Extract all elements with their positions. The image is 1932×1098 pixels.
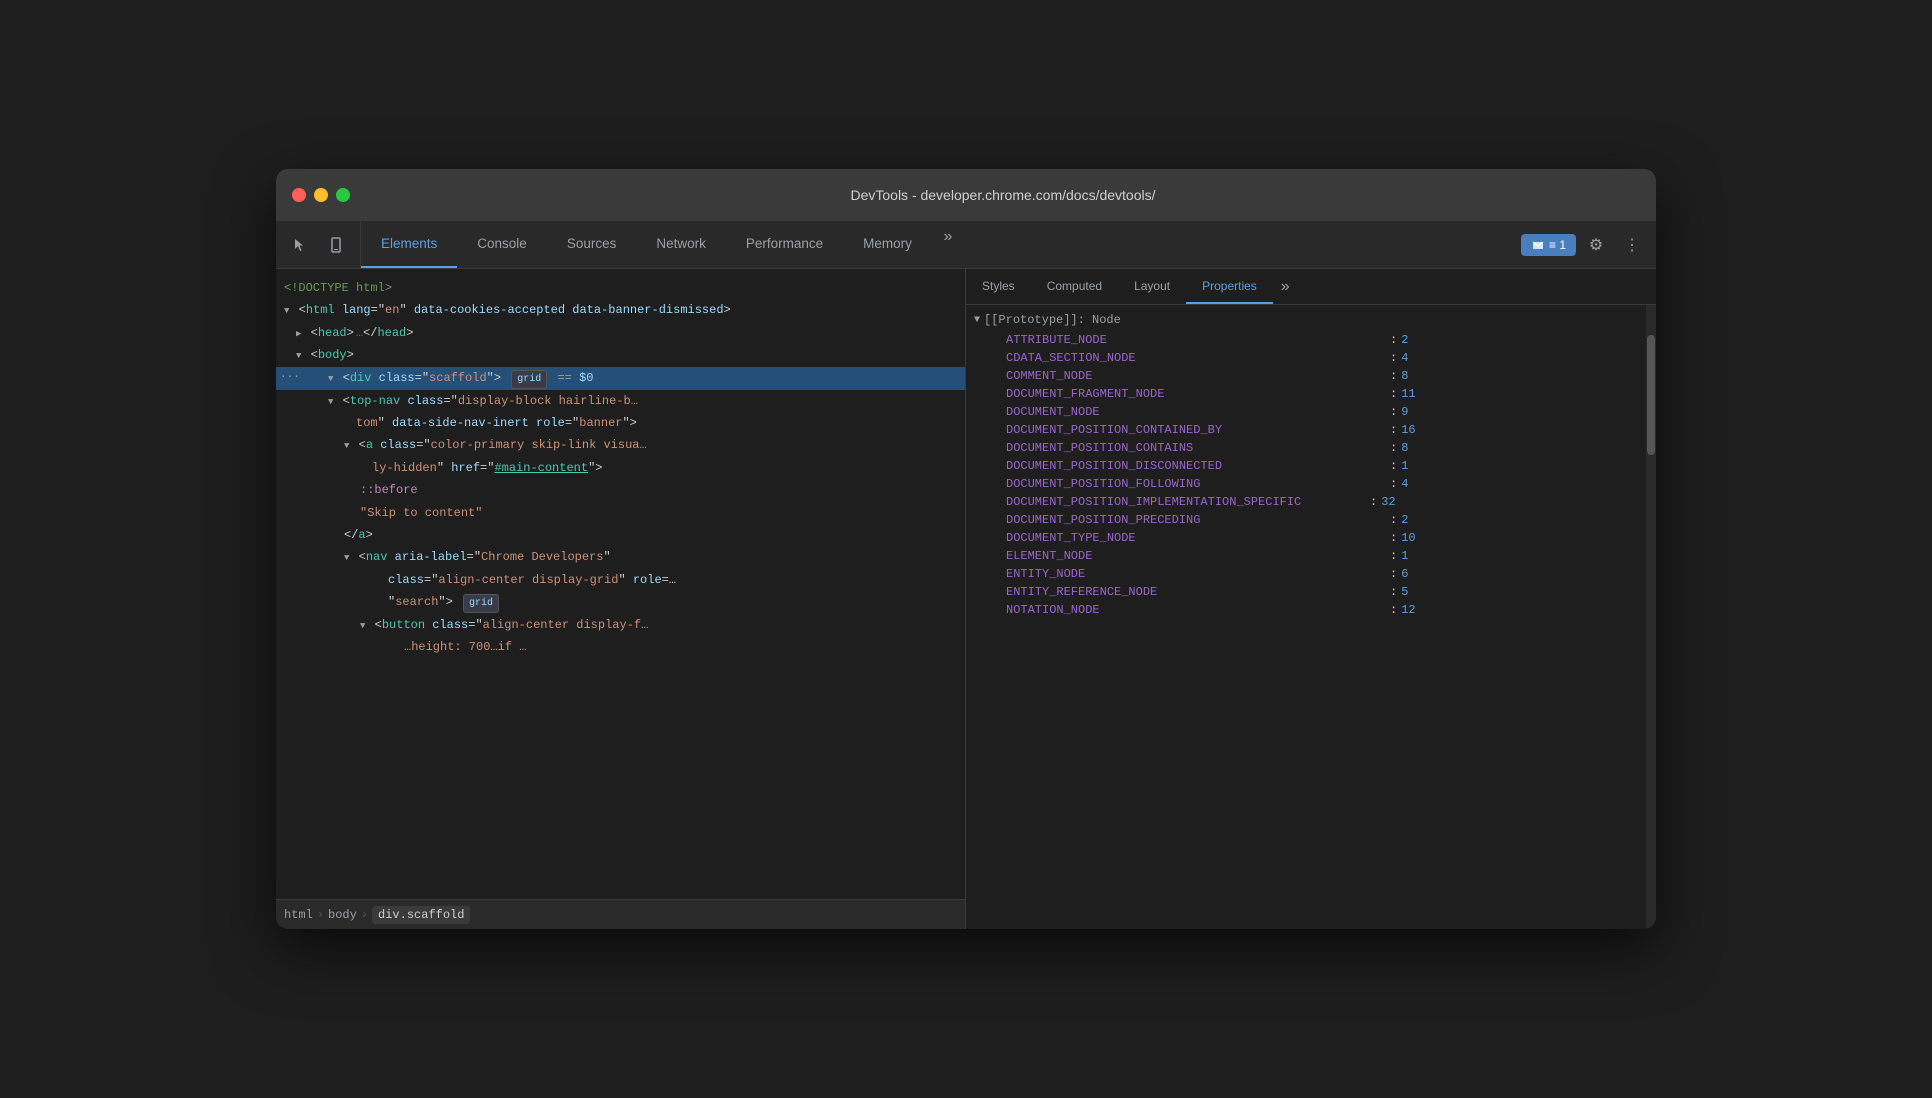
prop-row-pos-contained: DOCUMENT_POSITION_CONTAINED_BY : 16 <box>966 421 1642 439</box>
dom-line-nav-cont: class="align-center display-grid" role=… <box>276 569 965 591</box>
dom-line-topnav-cont: tom" data-side-nav-inert role="banner"> <box>276 412 965 434</box>
more-options-button[interactable]: ⋮ <box>1616 229 1648 261</box>
settings-button[interactable]: ⚙ <box>1580 229 1612 261</box>
subtab-computed[interactable]: Computed <box>1031 269 1118 304</box>
prop-row-attribute-node: ATTRIBUTE_NODE : 2 <box>966 331 1642 349</box>
notification-button[interactable]: ≡ 1 <box>1521 234 1576 256</box>
cursor-icon[interactable] <box>284 229 316 261</box>
devtools-window: DevTools - developer.chrome.com/docs/dev… <box>276 169 1656 929</box>
expand-topnav-icon[interactable] <box>328 391 333 411</box>
expand-body-icon[interactable] <box>296 345 301 365</box>
dom-line-nav[interactable]: <nav aria-label="Chrome Developers" <box>276 546 965 568</box>
dom-line-a-close: </a> <box>276 524 965 546</box>
tab-console[interactable]: Console <box>457 221 547 268</box>
dom-line-a-cont: ly-hidden" href="#main-content"> <box>276 457 965 479</box>
maximize-button[interactable] <box>336 188 350 202</box>
prop-row-pos-contains: DOCUMENT_POSITION_CONTAINS : 8 <box>966 439 1642 457</box>
dom-tree[interactable]: <!DOCTYPE html> <html lang="en" data-coo… <box>276 269 965 899</box>
elements-panel: <!DOCTYPE html> <html lang="en" data-coo… <box>276 269 966 929</box>
expand-scaffold-icon[interactable] <box>328 368 333 388</box>
breadcrumb: html › body › div.scaffold <box>276 899 965 929</box>
prop-row-docfrag: DOCUMENT_FRAGMENT_NODE : 11 <box>966 385 1642 403</box>
tabbar: Elements Console Sources Network Perform… <box>276 221 1656 269</box>
prop-row-entity-node: ENTITY_NODE : 6 <box>966 565 1642 583</box>
properties-panel: Styles Computed Layout Properties » <box>966 269 1656 929</box>
prop-row-pos-impl-specific: DOCUMENT_POSITION_IMPLEMENTATION_SPECIFI… <box>966 493 1642 511</box>
mobile-icon[interactable] <box>320 229 352 261</box>
dom-line-doctype: <!DOCTYPE html> <box>276 277 965 299</box>
expand-nav-icon[interactable] <box>344 547 349 567</box>
dom-line-skip-text: "Skip to content" <box>276 502 965 524</box>
properties-content: ▼ [[Prototype]]: Node ATTRIBUTE_NODE : 2… <box>966 305 1656 929</box>
prop-row-pos-disconnected: DOCUMENT_POSITION_DISCONNECTED : 1 <box>966 457 1642 475</box>
subtabs: Styles Computed Layout Properties » <box>966 269 1656 305</box>
tab-elements[interactable]: Elements <box>361 221 457 268</box>
dom-line-scaffold[interactable]: ··· <div class="scaffold"> grid == $0 <box>276 367 965 390</box>
scrollbar-thumb[interactable] <box>1647 335 1655 455</box>
prop-row-notation-node: NOTATION_NODE : 12 <box>966 601 1642 619</box>
proto-expand-icon: ▼ <box>974 315 980 326</box>
subtab-layout[interactable]: Layout <box>1118 269 1186 304</box>
close-button[interactable] <box>292 188 306 202</box>
tab-sources[interactable]: Sources <box>547 221 637 268</box>
titlebar: DevTools - developer.chrome.com/docs/dev… <box>276 169 1656 221</box>
more-subtabs-button[interactable]: » <box>1273 269 1298 304</box>
window-title: DevTools - developer.chrome.com/docs/dev… <box>366 187 1640 203</box>
prop-row-pos-following: DOCUMENT_POSITION_FOLLOWING : 4 <box>966 475 1642 493</box>
props-panel-body: ▼ [[Prototype]]: Node ATTRIBUTE_NODE : 2… <box>966 305 1656 929</box>
scrollbar-track <box>1646 305 1656 929</box>
tabbar-actions: ≡ 1 ⚙ ⋮ <box>1513 221 1656 268</box>
minimize-button[interactable] <box>314 188 328 202</box>
main-tabs: Elements Console Sources Network Perform… <box>361 221 964 268</box>
dom-line-before: ::before <box>276 479 965 501</box>
dom-line-button-cont: …height: 700…if … <box>276 636 965 658</box>
subtab-properties[interactable]: Properties <box>1186 269 1273 304</box>
prop-row-entity-ref: ENTITY_REFERENCE_NODE : 5 <box>966 583 1642 601</box>
prop-row-docnode: DOCUMENT_NODE : 9 <box>966 403 1642 421</box>
tabbar-tools <box>276 221 361 268</box>
expand-btn-icon[interactable] <box>360 615 365 635</box>
badge-grid: grid <box>511 370 547 389</box>
more-tabs-button[interactable]: » <box>932 221 964 253</box>
main-content: <!DOCTYPE html> <html lang="en" data-coo… <box>276 269 1656 929</box>
subtab-styles[interactable]: Styles <box>966 269 1031 304</box>
prop-row-comment: COMMENT_NODE : 8 <box>966 367 1642 385</box>
prop-row-element-node: ELEMENT_NODE : 1 <box>966 547 1642 565</box>
dom-line-head[interactable]: <head>…</head> <box>276 322 965 344</box>
traffic-lights <box>292 188 350 202</box>
prop-row-pos-preceding: DOCUMENT_POSITION_PRECEDING : 2 <box>966 511 1642 529</box>
breadcrumb-body[interactable]: body <box>328 908 357 922</box>
dom-line-a[interactable]: <a class="color-primary skip-link visua… <box>276 434 965 456</box>
dom-line-body[interactable]: <body> <box>276 344 965 366</box>
proto-section-header[interactable]: ▼ [[Prototype]]: Node <box>966 309 1642 331</box>
prop-row-cdata: CDATA_SECTION_NODE : 4 <box>966 349 1642 367</box>
tab-memory[interactable]: Memory <box>843 221 932 268</box>
tab-network[interactable]: Network <box>636 221 726 268</box>
breadcrumb-scaffold[interactable]: div.scaffold <box>372 906 470 924</box>
dom-line-topnav[interactable]: <top-nav class="display-block hairline-b… <box>276 390 965 412</box>
dom-line-button[interactable]: <button class="align-center display-f… <box>276 614 965 636</box>
tab-performance[interactable]: Performance <box>726 221 843 268</box>
expand-a-icon[interactable] <box>344 435 349 455</box>
expand-head-icon[interactable] <box>296 323 301 343</box>
breadcrumb-html[interactable]: html <box>284 908 313 922</box>
dom-line-html[interactable]: <html lang="en" data-cookies-accepted da… <box>276 299 965 321</box>
dots-icon: ··· <box>280 369 300 388</box>
badge-grid-nav: grid <box>463 594 499 613</box>
expand-html-icon[interactable] <box>284 300 289 320</box>
dom-line-nav-cont2: "search"> grid <box>276 591 965 614</box>
prop-row-doctype-node: DOCUMENT_TYPE_NODE : 10 <box>966 529 1642 547</box>
